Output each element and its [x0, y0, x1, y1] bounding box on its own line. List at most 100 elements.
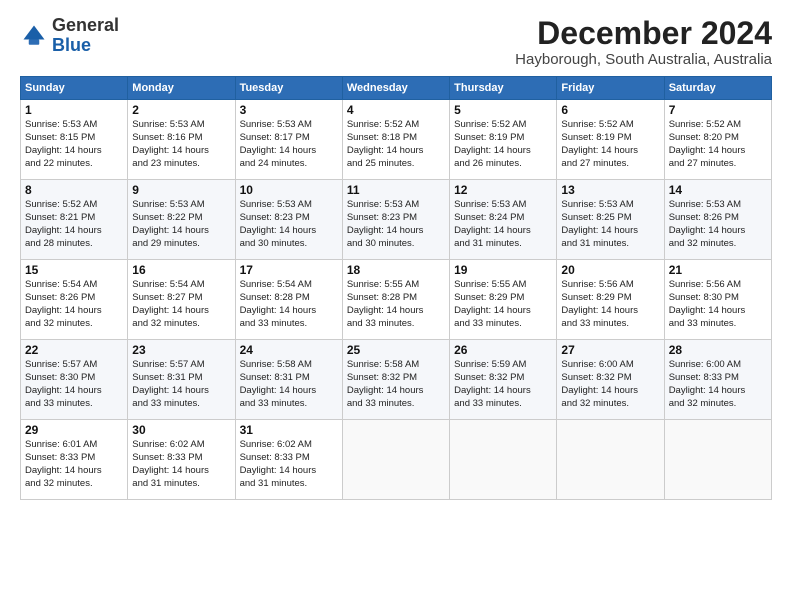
table-row: 31Sunrise: 6:02 AM Sunset: 8:33 PM Dayli… — [235, 420, 342, 500]
day-info: Sunrise: 5:53 AM Sunset: 8:15 PM Dayligh… — [25, 119, 123, 170]
table-row: 17 Sunrise: 5:54 AM Sunset: 8:28 PM Dayli… — [235, 260, 342, 340]
day-number: 12 — [454, 183, 552, 197]
day-info: Sunrise: 5:52 AM Sunset: 8:18 PM Dayligh… — [347, 119, 445, 170]
day-number: 26 — [454, 343, 552, 357]
month-year-title: December 2024 — [515, 16, 772, 51]
day-number: 25 — [347, 343, 445, 357]
table-row: 4Sunrise: 5:52 AM Sunset: 8:18 PM Daylig… — [342, 100, 449, 180]
table-row: 19 Sunrise: 5:55 AM Sunset: 8:29 PM Dayli… — [450, 260, 557, 340]
table-row: 14 Sunrise: 5:53 AM Sunset: 8:26 PM Dayli… — [664, 180, 771, 260]
table-row: 11 Sunrise: 5:53 AM Sunset: 8:23 PM Dayli… — [342, 180, 449, 260]
col-thursday: Thursday — [450, 77, 557, 100]
day-info: Sunrise: 5:56 AM Sunset: 8:29 PM Dayligh… — [561, 279, 659, 330]
col-wednesday: Wednesday — [342, 77, 449, 100]
day-info: Sunrise: 5:54 AM Sunset: 8:27 PM Dayligh… — [132, 279, 230, 330]
day-number: 8 — [25, 183, 123, 197]
day-number: 19 — [454, 263, 552, 277]
table-row — [342, 420, 449, 500]
day-number: 10 — [240, 183, 338, 197]
logo-blue-text: Blue — [52, 35, 91, 55]
day-number: 24 — [240, 343, 338, 357]
calendar-table: Sunday Monday Tuesday Wednesday Thursday… — [20, 76, 772, 500]
table-row: 25 Sunrise: 5:58 AM Sunset: 8:32 PM Dayli… — [342, 340, 449, 420]
day-number: 28 — [669, 343, 767, 357]
day-number: 27 — [561, 343, 659, 357]
day-number: 31 — [240, 423, 338, 437]
day-number: 3 — [240, 103, 338, 117]
table-row: 29 Sunrise: 6:01 AM Sunset: 8:33 PM Dayli… — [21, 420, 128, 500]
day-number: 21 — [669, 263, 767, 277]
table-row — [450, 420, 557, 500]
title-block: December 2024 Hayborough, South Australi… — [515, 16, 772, 68]
day-info: Sunrise: 5:54 AM Sunset: 8:26 PM Dayligh… — [25, 279, 123, 330]
calendar-week-row: 22 Sunrise: 5:57 AM Sunset: 8:30 PM Dayli… — [21, 340, 772, 420]
day-number: 13 — [561, 183, 659, 197]
table-row: 7Sunrise: 5:52 AM Sunset: 8:20 PM Daylig… — [664, 100, 771, 180]
day-info: Sunrise: 5:55 AM Sunset: 8:29 PM Dayligh… — [454, 279, 552, 330]
day-info: Sunrise: 5:52 AM Sunset: 8:21 PM Dayligh… — [25, 199, 123, 250]
day-number: 22 — [25, 343, 123, 357]
day-number: 15 — [25, 263, 123, 277]
day-info: Sunrise: 5:55 AM Sunset: 8:28 PM Dayligh… — [347, 279, 445, 330]
day-info: Sunrise: 5:53 AM Sunset: 8:24 PM Dayligh… — [454, 199, 552, 250]
day-number: 2 — [132, 103, 230, 117]
table-row: 15 Sunrise: 5:54 AM Sunset: 8:26 PM Dayli… — [21, 260, 128, 340]
day-info: Sunrise: 5:53 AM Sunset: 8:23 PM Dayligh… — [240, 199, 338, 250]
table-row: 24Sunrise: 5:58 AM Sunset: 8:31 PM Dayli… — [235, 340, 342, 420]
calendar-page: General Blue December 2024 Hayborough, S… — [0, 0, 792, 612]
day-info: Sunrise: 5:56 AM Sunset: 8:30 PM Dayligh… — [669, 279, 767, 330]
table-row: 3 Sunrise: 5:53 AM Sunset: 8:17 PM Daylig… — [235, 100, 342, 180]
day-info: Sunrise: 6:00 AM Sunset: 8:33 PM Dayligh… — [669, 359, 767, 410]
table-row — [664, 420, 771, 500]
calendar-week-row: 8 Sunrise: 5:52 AM Sunset: 8:21 PM Daylig… — [21, 180, 772, 260]
day-info: Sunrise: 5:53 AM Sunset: 8:22 PM Dayligh… — [132, 199, 230, 250]
day-number: 16 — [132, 263, 230, 277]
table-row: 27Sunrise: 6:00 AM Sunset: 8:32 PM Dayli… — [557, 340, 664, 420]
table-row: 18 Sunrise: 5:55 AM Sunset: 8:28 PM Dayli… — [342, 260, 449, 340]
day-number: 5 — [454, 103, 552, 117]
day-number: 29 — [25, 423, 123, 437]
col-saturday: Saturday — [664, 77, 771, 100]
table-row: 10 Sunrise: 5:53 AM Sunset: 8:23 PM Dayli… — [235, 180, 342, 260]
day-number: 17 — [240, 263, 338, 277]
col-friday: Friday — [557, 77, 664, 100]
table-row: 6Sunrise: 5:52 AM Sunset: 8:19 PM Daylig… — [557, 100, 664, 180]
day-info: Sunrise: 5:54 AM Sunset: 8:28 PM Dayligh… — [240, 279, 338, 330]
day-number: 20 — [561, 263, 659, 277]
calendar-week-row: 1Sunrise: 5:53 AM Sunset: 8:15 PM Daylig… — [21, 100, 772, 180]
day-number: 14 — [669, 183, 767, 197]
logo-general-text: General — [52, 15, 119, 35]
day-info: Sunrise: 5:59 AM Sunset: 8:32 PM Dayligh… — [454, 359, 552, 410]
table-row: 28 Sunrise: 6:00 AM Sunset: 8:33 PM Dayli… — [664, 340, 771, 420]
table-row: 8 Sunrise: 5:52 AM Sunset: 8:21 PM Daylig… — [21, 180, 128, 260]
location-subtitle: Hayborough, South Australia, Australia — [515, 51, 772, 68]
table-row: 2 Sunrise: 5:53 AM Sunset: 8:16 PM Daylig… — [128, 100, 235, 180]
day-number: 18 — [347, 263, 445, 277]
table-row: 5Sunrise: 5:52 AM Sunset: 8:19 PM Daylig… — [450, 100, 557, 180]
table-row: 9Sunrise: 5:53 AM Sunset: 8:22 PM Daylig… — [128, 180, 235, 260]
calendar-week-row: 15 Sunrise: 5:54 AM Sunset: 8:26 PM Dayli… — [21, 260, 772, 340]
logo-icon — [20, 22, 48, 50]
header: General Blue December 2024 Hayborough, S… — [20, 16, 772, 68]
day-info: Sunrise: 5:53 AM Sunset: 8:26 PM Dayligh… — [669, 199, 767, 250]
day-number: 11 — [347, 183, 445, 197]
table-row: 16 Sunrise: 5:54 AM Sunset: 8:27 PM Dayli… — [128, 260, 235, 340]
day-info: Sunrise: 5:53 AM Sunset: 8:25 PM Dayligh… — [561, 199, 659, 250]
day-info: Sunrise: 5:58 AM Sunset: 8:32 PM Dayligh… — [347, 359, 445, 410]
day-info: Sunrise: 6:01 AM Sunset: 8:33 PM Dayligh… — [25, 439, 123, 490]
table-row: 26 Sunrise: 5:59 AM Sunset: 8:32 PM Dayli… — [450, 340, 557, 420]
day-info: Sunrise: 5:57 AM Sunset: 8:30 PM Dayligh… — [25, 359, 123, 410]
table-row: 20 Sunrise: 5:56 AM Sunset: 8:29 PM Dayli… — [557, 260, 664, 340]
day-info: Sunrise: 5:53 AM Sunset: 8:23 PM Dayligh… — [347, 199, 445, 250]
day-number: 7 — [669, 103, 767, 117]
calendar-header-row: Sunday Monday Tuesday Wednesday Thursday… — [21, 77, 772, 100]
logo: General Blue — [20, 16, 119, 56]
day-info: Sunrise: 5:53 AM Sunset: 8:17 PM Dayligh… — [240, 119, 338, 170]
table-row: 22 Sunrise: 5:57 AM Sunset: 8:30 PM Dayli… — [21, 340, 128, 420]
table-row: 12 Sunrise: 5:53 AM Sunset: 8:24 PM Dayli… — [450, 180, 557, 260]
calendar-week-row: 29 Sunrise: 6:01 AM Sunset: 8:33 PM Dayli… — [21, 420, 772, 500]
table-row: 1Sunrise: 5:53 AM Sunset: 8:15 PM Daylig… — [21, 100, 128, 180]
table-row: 13 Sunrise: 5:53 AM Sunset: 8:25 PM Dayli… — [557, 180, 664, 260]
day-info: Sunrise: 5:53 AM Sunset: 8:16 PM Dayligh… — [132, 119, 230, 170]
day-info: Sunrise: 5:52 AM Sunset: 8:19 PM Dayligh… — [561, 119, 659, 170]
